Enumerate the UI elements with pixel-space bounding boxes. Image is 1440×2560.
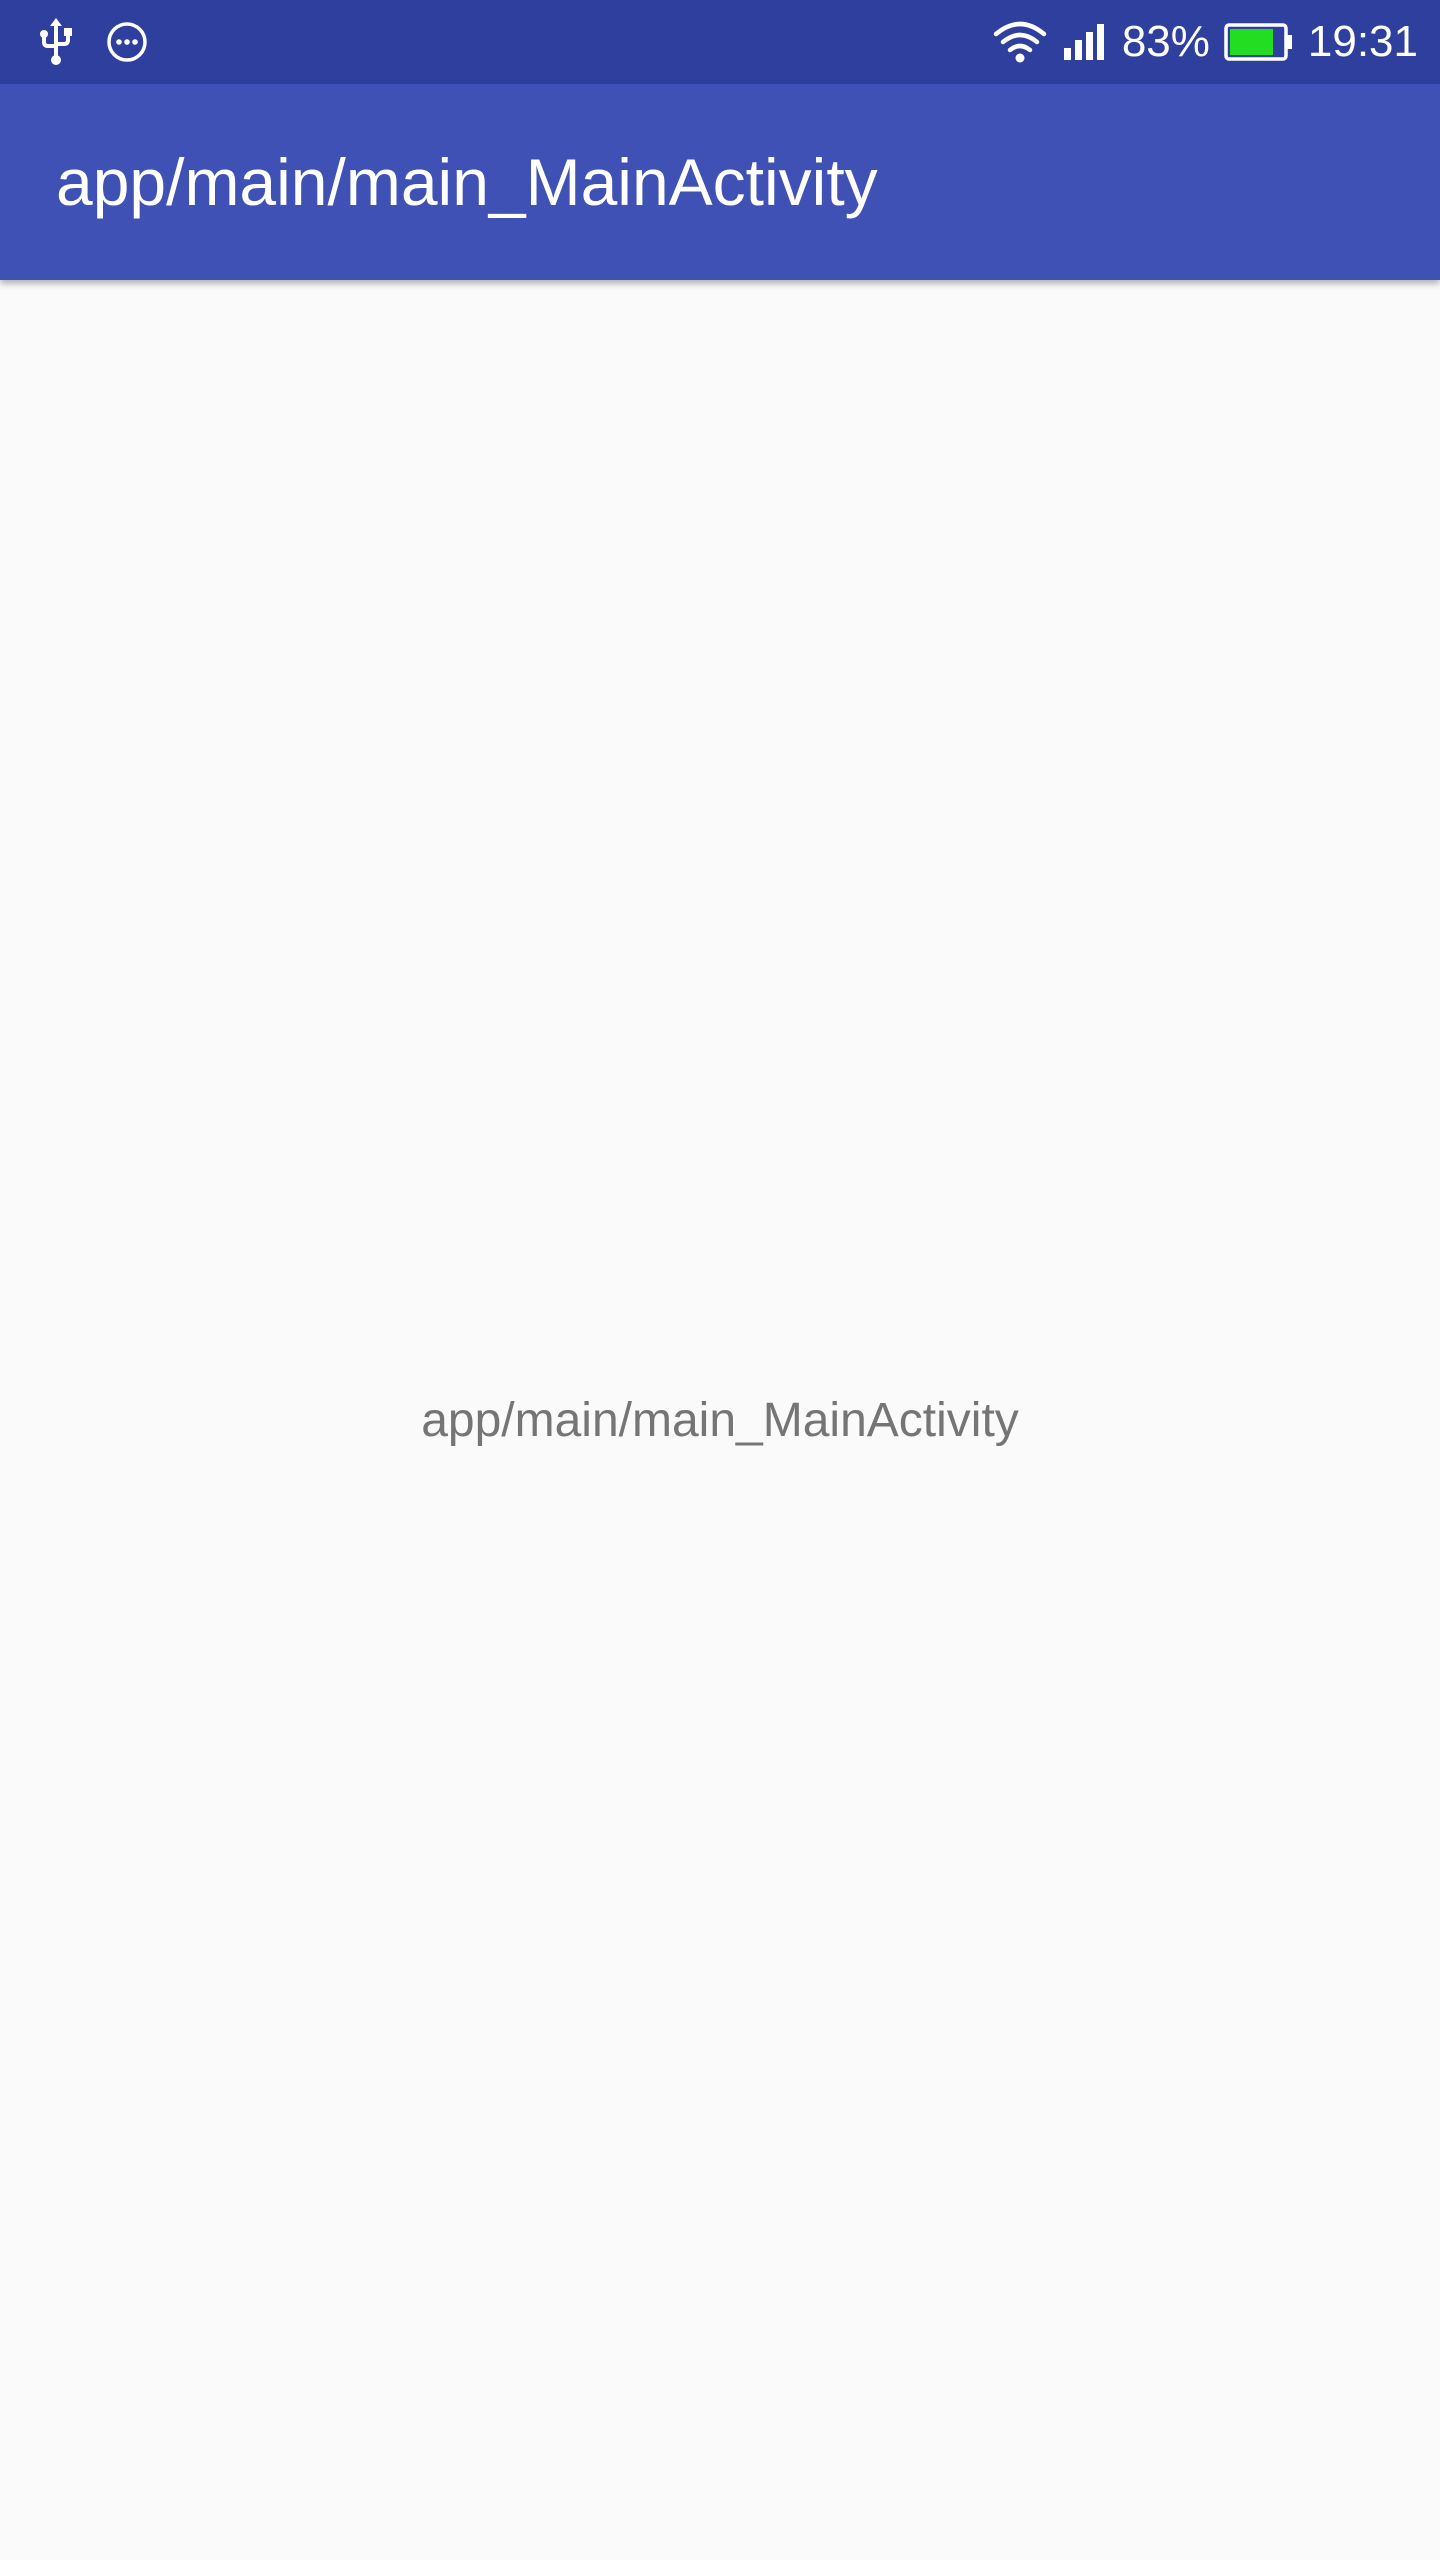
battery-percent: 83%: [1121, 17, 1210, 66]
app-bar-title: app/main/main_MainActivity: [56, 145, 878, 219]
activity-label: app/main/main_MainActivity: [421, 1394, 1019, 1447]
battery-icon: [1224, 22, 1294, 62]
clock: 19:31: [1307, 17, 1418, 66]
main-content: app/main/main_MainActivity: [0, 280, 1440, 2560]
status-left-icons: [36, 0, 148, 84]
signal-icon: [1062, 22, 1108, 62]
usb-icon: [36, 18, 76, 66]
screen: 83% 19:31 app/main/main_MainActivity app…: [0, 0, 1440, 2560]
status-right-icons: 83% 19:31: [992, 0, 1418, 84]
more-notifications-icon: [106, 21, 148, 63]
status-bar: 83% 19:31: [0, 0, 1440, 84]
app-bar: app/main/main_MainActivity: [0, 84, 1440, 280]
wifi-icon: [992, 20, 1048, 64]
